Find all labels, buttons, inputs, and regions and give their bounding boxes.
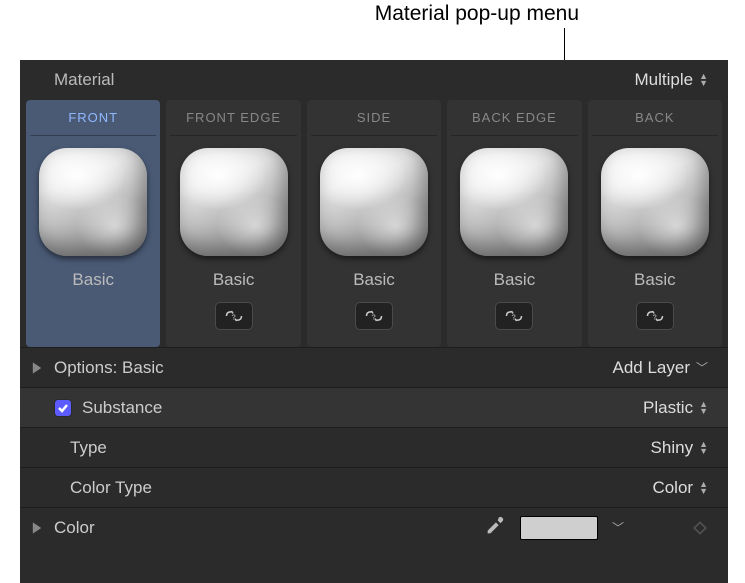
facet-title: FRONT: [30, 100, 156, 136]
svg-text:?: ?: [512, 312, 516, 321]
popup-updown-icon: ▲▼: [699, 73, 708, 87]
eyedropper-icon: [484, 515, 506, 537]
svg-text:?: ?: [372, 312, 376, 321]
substance-value: Plastic: [643, 398, 693, 418]
facet-label: Basic: [634, 270, 676, 290]
broken-link-button[interactable]: ?: [636, 302, 674, 330]
broken-link-icon: ?: [364, 308, 384, 324]
facet-title: BACK: [592, 100, 718, 136]
material-header-row: Material Multiple ▲▼: [20, 60, 728, 100]
broken-link-button[interactable]: ?: [495, 302, 533, 330]
eyedropper-button[interactable]: [484, 515, 506, 541]
material-facets-row: FRONT Basic FRONT EDGE Basic ? SIDE Basi…: [20, 100, 728, 347]
svg-text:?: ?: [652, 312, 656, 321]
material-inspector-panel: Material Multiple ▲▼ FRONT Basic FRONT E…: [20, 60, 728, 583]
keyframe-diamond[interactable]: [692, 520, 708, 536]
color-well[interactable]: [520, 516, 598, 540]
material-parameters: Options: Basic Add Layer ﹀ Substance Pla…: [20, 347, 728, 547]
facet-card-front[interactable]: FRONT Basic: [26, 100, 160, 347]
facet-preview: [39, 148, 147, 256]
color-label: Color: [54, 518, 95, 538]
popup-updown-icon: ▲▼: [699, 441, 708, 455]
options-label: Options: Basic: [54, 358, 164, 378]
type-popup[interactable]: Shiny ▲▼: [651, 438, 708, 458]
facet-card-back-edge[interactable]: BACK EDGE Basic ?: [447, 100, 581, 347]
facet-label: Basic: [72, 270, 114, 290]
annotation-callout-line: [564, 28, 565, 60]
material-header-label: Material: [54, 70, 634, 90]
type-value: Shiny: [651, 438, 694, 458]
facet-preview: [460, 148, 568, 256]
facet-title: SIDE: [311, 100, 437, 136]
broken-link-icon: ?: [224, 308, 244, 324]
popup-updown-icon: ▲▼: [699, 481, 708, 495]
chevron-down-icon[interactable]: ﹀: [612, 519, 624, 536]
facet-preview: [601, 148, 709, 256]
add-layer-menu[interactable]: Add Layer ﹀: [612, 358, 708, 378]
broken-link-icon: ?: [645, 308, 665, 324]
broken-link-icon: ?: [504, 308, 524, 324]
substance-label: Substance: [82, 398, 162, 418]
facet-label: Basic: [494, 270, 536, 290]
color-type-label: Color Type: [70, 478, 152, 498]
substance-popup[interactable]: Plastic ▲▼: [643, 398, 708, 418]
color-type-row: Color Type Color ▲▼: [20, 467, 728, 507]
color-type-value: Color: [652, 478, 693, 498]
facet-card-front-edge[interactable]: FRONT EDGE Basic ?: [166, 100, 300, 347]
color-type-popup[interactable]: Color ▲▼: [652, 478, 708, 498]
disclosure-triangle-icon[interactable]: [30, 521, 44, 535]
substance-row: Substance Plastic ▲▼: [20, 387, 728, 427]
options-row: Options: Basic Add Layer ﹀: [20, 347, 728, 387]
facet-preview: [320, 148, 428, 256]
disclosure-triangle-icon[interactable]: [30, 361, 44, 375]
material-popup-value: Multiple: [634, 70, 693, 90]
substance-checkbox[interactable]: [54, 399, 72, 417]
add-layer-label: Add Layer: [612, 358, 690, 378]
svg-text:?: ?: [231, 312, 235, 321]
facet-preview: [180, 148, 288, 256]
facet-label: Basic: [213, 270, 255, 290]
facet-title: FRONT EDGE: [170, 100, 296, 136]
color-row: Color ﹀: [20, 507, 728, 547]
material-popup-menu[interactable]: Multiple ▲▼: [634, 70, 708, 90]
facet-title: BACK EDGE: [451, 100, 577, 136]
broken-link-button[interactable]: ?: [215, 302, 253, 330]
type-row: Type Shiny ▲▼: [20, 427, 728, 467]
annotation-callout-text: Material pop-up menu: [375, 2, 579, 26]
type-label: Type: [70, 438, 107, 458]
chevron-down-icon: ﹀: [696, 359, 708, 376]
broken-link-button[interactable]: ?: [355, 302, 393, 330]
facet-card-side[interactable]: SIDE Basic ?: [307, 100, 441, 347]
facet-card-back[interactable]: BACK Basic ?: [588, 100, 722, 347]
facet-label: Basic: [353, 270, 395, 290]
checkmark-icon: [57, 402, 69, 414]
spacer: [30, 401, 44, 415]
popup-updown-icon: ▲▼: [699, 401, 708, 415]
